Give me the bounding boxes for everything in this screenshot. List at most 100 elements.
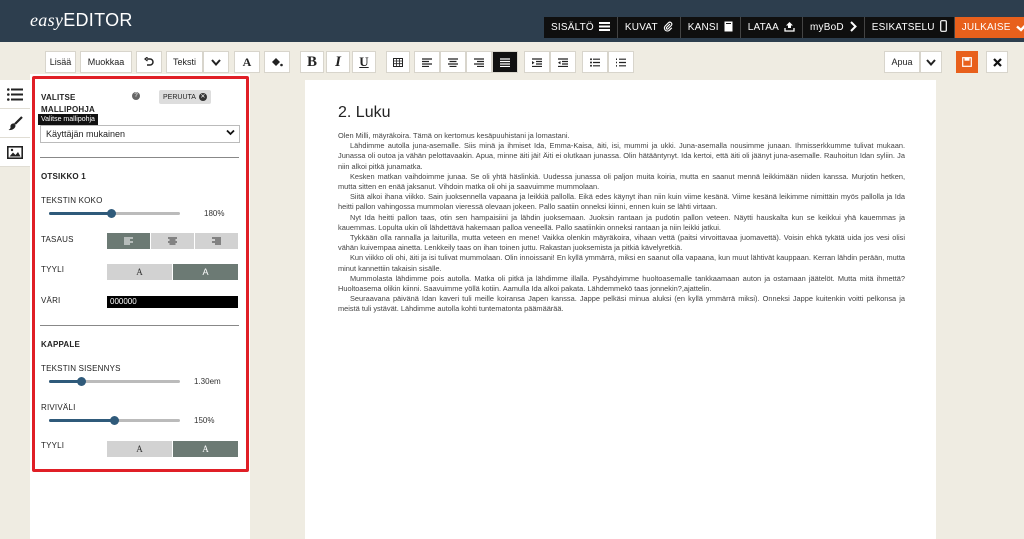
bullet-list-icon [590, 57, 600, 67]
chevron-down-icon [211, 58, 221, 66]
outdent-button[interactable] [550, 51, 576, 73]
right-gutter [936, 80, 1024, 539]
indent-value: 1.30em [194, 377, 221, 386]
paragraph[interactable]: Lähdimme autolla juna-asemalle. Siis min… [338, 141, 905, 172]
chevron-down-icon [926, 58, 936, 66]
indent-slider[interactable] [49, 377, 180, 386]
align-left-option[interactable] [107, 233, 150, 249]
chevron-down-icon [226, 126, 235, 142]
indent-button[interactable] [524, 51, 550, 73]
phone-icon [939, 20, 947, 35]
align-right-button[interactable] [466, 51, 492, 73]
check-icon [1015, 21, 1024, 35]
divider [40, 157, 239, 158]
paperclip-icon [663, 21, 673, 35]
text-size-slider[interactable] [49, 209, 180, 218]
add-button[interactable]: Lisää [45, 51, 76, 73]
help-select[interactable]: Apua [884, 51, 920, 73]
app-logo[interactable]: easyEDITOR [30, 10, 133, 31]
line-height-slider[interactable] [49, 416, 180, 425]
underline-button[interactable]: U [352, 51, 376, 73]
select-template-label: VALITSE MALLIPOHJA [41, 93, 95, 114]
paragraph[interactable]: Nyt Ida heitti pallon taas, otin sen ham… [338, 213, 905, 233]
chapter-title[interactable]: 2. Luku [338, 104, 390, 122]
tab-images[interactable] [0, 138, 30, 167]
bullet-list-button[interactable] [582, 51, 608, 73]
heading-style-segment: A A [107, 264, 238, 280]
italic-icon: I [335, 53, 341, 70]
cancel-button[interactable]: PERUUTA ✕ [159, 90, 211, 104]
para-style-sans-option[interactable]: A [173, 441, 238, 457]
line-height-label: RIVIVÄLI [41, 403, 76, 412]
paragraph[interactable]: Mummolasta lähdimme pois autolla. Matka … [338, 274, 905, 294]
nav-publish-button[interactable]: JULKAISE [954, 17, 1024, 38]
italic-button[interactable]: I [326, 51, 350, 73]
nav-preview-button[interactable]: ESIKATSELU [864, 17, 955, 38]
numbered-list-button[interactable] [608, 51, 634, 73]
help-icon[interactable]: ? [132, 92, 140, 100]
bold-button[interactable]: B [300, 51, 324, 73]
align-right-icon [474, 57, 484, 67]
style-sans-option[interactable]: A [173, 264, 238, 280]
tab-contents[interactable] [0, 80, 30, 109]
justify-button[interactable] [492, 51, 518, 73]
text-size-label: TEKSTIN KOKO [41, 196, 103, 205]
line-height-slider-knob[interactable] [110, 416, 119, 425]
paragraph[interactable]: Olen Milli, mäyräkoira. Tämä on kertomus… [338, 131, 905, 141]
undo-icon [144, 57, 154, 66]
list-icon [598, 21, 610, 34]
paragraph[interactable]: Kun viikko oli ohi, äiti ja isi tulivat … [338, 253, 905, 273]
style-serif-option[interactable]: A [107, 264, 172, 280]
align-left-icon [124, 237, 133, 245]
chapter-body[interactable]: Olen Milli, mäyräkoira. Tämä on kertomus… [338, 131, 905, 315]
nav-download-button[interactable]: LATAA [740, 17, 803, 38]
alignment-segment [107, 233, 238, 249]
align-center-icon [168, 237, 177, 245]
paragraph-style-select[interactable]: Teksti [166, 51, 203, 73]
para-style-serif-option[interactable]: A [107, 441, 172, 457]
close-button[interactable] [986, 51, 1008, 73]
save-button[interactable] [956, 51, 978, 73]
line-height-slider-fill [49, 419, 115, 422]
nav-images-button[interactable]: KUVAT [617, 17, 681, 38]
align-left-button[interactable] [414, 51, 440, 73]
close-icon: ✕ [198, 93, 207, 101]
help-dropdown-button[interactable] [920, 51, 942, 73]
tab-style[interactable] [0, 109, 30, 138]
paragraph[interactable]: Tykkään olla rannalla ja laiturilla, mut… [338, 233, 905, 253]
close-icon [992, 57, 1002, 67]
edit-button[interactable]: Muokkaa [80, 51, 132, 73]
nav-mybod-button[interactable]: myBoD [802, 17, 865, 38]
undo-button[interactable] [136, 51, 162, 73]
align-center-icon [448, 57, 458, 67]
main-nav: SISÄLTÖ KUVAT KANSI LATAA myBoD ESIKATSE… [544, 17, 1024, 38]
save-icon [962, 57, 972, 67]
font-color-button[interactable]: A [234, 51, 260, 73]
align-center-button[interactable] [440, 51, 466, 73]
table-icon [393, 57, 403, 67]
paintbrush-icon [8, 115, 23, 130]
paragraph-style-label: TYYLI [41, 441, 65, 450]
nav-content-button[interactable]: SISÄLTÖ [544, 17, 618, 38]
paragraph[interactable]: Kesken matkan vaihdoimme junaa. Se oli y… [338, 172, 905, 192]
font-color-icon: A [242, 54, 252, 69]
table-button[interactable] [386, 51, 410, 73]
indent-icon [532, 57, 542, 67]
align-right-option[interactable] [195, 233, 238, 249]
align-left-icon [422, 57, 432, 67]
align-center-option[interactable] [151, 233, 194, 249]
bold-icon: B [306, 53, 317, 70]
text-size-slider-fill [49, 212, 112, 215]
paint-bucket-icon [272, 57, 283, 66]
paragraph[interactable]: Seuraavana päivänä Idan kaveri tuli meil… [338, 294, 905, 314]
color-label: VÄRI [41, 296, 61, 305]
color-input[interactable]: 000000 [107, 296, 238, 308]
paragraph[interactable]: Siitä alkoi ihana viikko. Sain juoksenne… [338, 192, 905, 212]
upload-icon [784, 21, 795, 35]
list-icon [7, 87, 23, 101]
style-dropdown-button[interactable] [203, 51, 229, 73]
top-bar: easyEDITOR SISÄLTÖ KUVAT KANSI LATAA myB… [0, 0, 1024, 42]
template-select[interactable]: Käyttäjän mukainen [40, 125, 240, 143]
fill-color-button[interactable] [264, 51, 290, 73]
nav-cover-button[interactable]: KANSI [680, 17, 741, 38]
